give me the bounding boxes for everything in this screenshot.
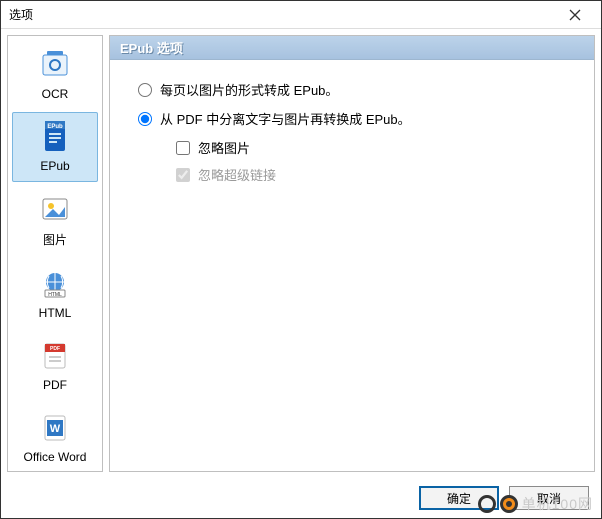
sub-options: 忽略图片 忽略超级链接 [176,138,566,184]
radio-option-extract-mode[interactable]: 从 PDF 中分离文字与图片再转换成 EPub。 [138,109,566,128]
sidebar-item-label: OCR [42,87,69,101]
dialog-body: OCR EPub EPub 图片 HTML HTML [1,29,601,478]
check-option-ignore-links: 忽略超级链接 [176,165,566,184]
cancel-button[interactable]: 取消 [509,486,589,510]
svg-text:HTML: HTML [48,292,62,298]
sidebar-item-ocr[interactable]: OCR [12,40,98,110]
settings-panel: EPub 选项 每页以图片的形式转成 EPub。 从 PDF 中分离文字与图片再… [109,35,595,472]
button-label: 取消 [537,490,561,507]
options-dialog: 选项 OCR EPub EPub 图片 [0,0,602,519]
button-label: 确定 [447,490,471,507]
sidebar-item-label: HTML [39,306,72,320]
sidebar-item-label: EPub [40,159,69,173]
close-button[interactable] [555,5,595,25]
titlebar: 选项 [1,1,601,29]
sidebar-item-html[interactable]: HTML HTML [12,259,98,329]
close-icon [569,9,581,21]
panel-heading: EPub 选项 [110,36,594,60]
sidebar-item-label: 图片 [43,231,67,248]
word-icon: W [37,410,73,446]
svg-text:W: W [50,423,61,435]
svg-text:EPub: EPub [47,124,63,130]
check-option-ignore-images[interactable]: 忽略图片 [176,138,566,157]
window-title: 选项 [9,6,555,23]
checkbox-ignore-links [176,168,190,182]
sidebar-item-word[interactable]: W Office Word [12,403,98,472]
radio-label: 每页以图片的形式转成 EPub。 [160,80,338,99]
sidebar-item-label: Office Word [24,450,87,464]
checkbox-ignore-images[interactable] [176,141,190,155]
radio-extract-mode[interactable] [138,112,152,126]
ok-button[interactable]: 确定 [419,486,499,510]
sidebar-item-pdf[interactable]: PDF PDF [12,331,98,401]
sidebar-item-image[interactable]: 图片 [12,184,98,257]
image-icon [37,191,73,227]
radio-label: 从 PDF 中分离文字与图片再转换成 EPub。 [160,109,411,128]
html-icon: HTML [37,266,73,302]
sidebar-item-epub[interactable]: EPub EPub [12,112,98,182]
sidebar-item-label: PDF [43,378,67,392]
pdf-icon: PDF [37,338,73,374]
category-sidebar: OCR EPub EPub 图片 HTML HTML [7,35,103,472]
radio-option-image-mode[interactable]: 每页以图片的形式转成 EPub。 [138,80,566,99]
checkbox-label: 忽略超级链接 [198,165,276,184]
dialog-footer: 确定 取消 单机100网 [1,478,601,518]
epub-icon: EPub [37,119,73,155]
ocr-icon [37,47,73,83]
panel-body: 每页以图片的形式转成 EPub。 从 PDF 中分离文字与图片再转换成 EPub… [110,60,594,471]
radio-image-mode[interactable] [138,83,152,97]
checkbox-label: 忽略图片 [198,138,250,157]
svg-text:PDF: PDF [50,346,60,352]
